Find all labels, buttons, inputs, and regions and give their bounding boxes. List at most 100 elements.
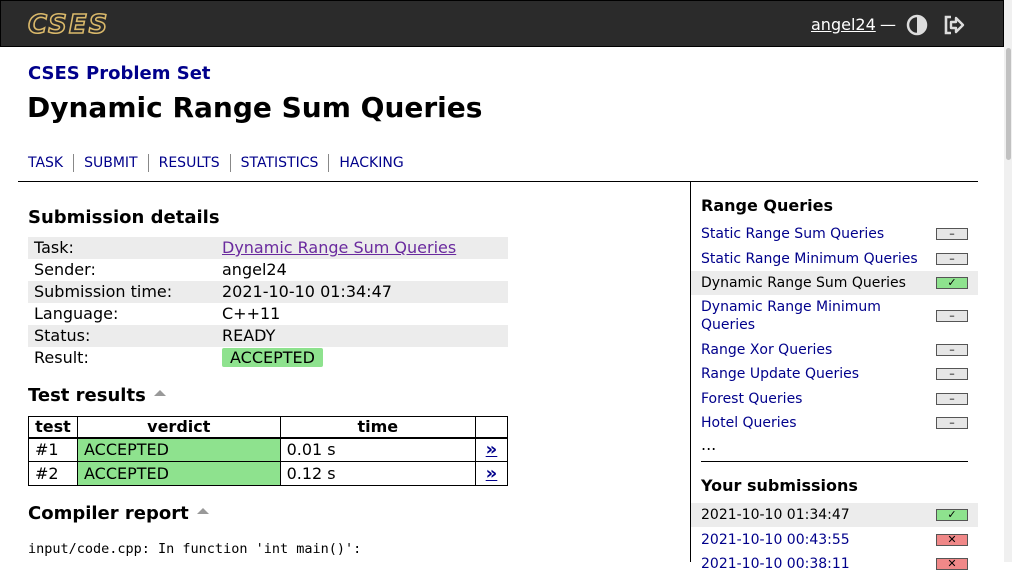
site-title-link[interactable]: CSES Problem Set: [28, 63, 211, 84]
status-indicator: –: [936, 228, 968, 240]
submission-item[interactable]: 2021-10-10 00:38:11 ✕: [691, 552, 978, 576]
problem-link[interactable]: Dynamic Range Minimum Queries: [701, 298, 926, 334]
status-indicator: –: [936, 417, 968, 429]
view-test-link[interactable]: »: [482, 463, 501, 484]
submission-item[interactable]: 2021-10-10 00:43:55 ✕: [691, 527, 978, 552]
tab-statistics[interactable]: STATISTICS: [229, 154, 329, 172]
problem-link[interactable]: Static Range Sum Queries: [701, 225, 926, 243]
status-indicator-accepted: ✓: [936, 277, 968, 289]
cses-logo[interactable]: CSES: [28, 11, 120, 37]
list-item[interactable]: Dynamic Range Minimum Queries –: [691, 295, 978, 337]
detail-label: Task:: [34, 238, 74, 257]
submission-link[interactable]: 2021-10-10 00:43:55: [701, 531, 926, 549]
sidebar-separator: [701, 461, 968, 462]
test-time: 0.01 s: [279, 437, 477, 462]
status-indicator: –: [936, 392, 968, 405]
column-header-time: time: [279, 416, 477, 439]
theme-toggle-icon[interactable]: [906, 14, 928, 36]
status-indicator: –: [936, 252, 968, 265]
detail-row-task: Task: Dynamic Range Sum Queries: [28, 237, 508, 259]
detail-value: 2021-10-10 01:34:47: [222, 282, 392, 301]
test-verdict: ACCEPTED: [76, 437, 281, 462]
status-indicator: –: [936, 368, 968, 380]
detail-value: C++11: [222, 304, 281, 323]
detail-value: READY: [222, 326, 276, 345]
list-item[interactable]: Static Range Sum Queries –: [691, 222, 978, 246]
status-indicator: –: [936, 343, 968, 356]
task-tabs: TASK SUBMIT RESULTS STATISTICS HACKING: [28, 154, 414, 172]
list-item[interactable]: Hotel Queries –: [691, 411, 978, 435]
compiler-report-heading-text: Compiler report: [28, 503, 189, 524]
test-number: #1: [28, 437, 78, 462]
compiler-output: input/code.cpp: In function 'int main()'…: [28, 540, 361, 558]
detail-row-language: Language: C++11: [28, 303, 508, 325]
submission-details-table: Task: Dynamic Range Sum Queries Sender: …: [28, 237, 508, 369]
compiler-line: input/code.cpp: In function 'int main()'…: [28, 541, 362, 557]
table-row: #1 ACCEPTED 0.01 s »: [28, 437, 508, 462]
problem-link[interactable]: Forest Queries: [701, 390, 926, 408]
compiler-report-heading[interactable]: Compiler report: [28, 503, 209, 524]
collapse-caret-icon[interactable]: [153, 390, 166, 396]
detail-label: Status:: [34, 326, 91, 345]
scrollbar-thumb[interactable]: [1006, 48, 1011, 160]
detail-row-sender: Sender: angel24: [28, 259, 508, 281]
problem-list: Static Range Sum Queries – Static Range …: [691, 222, 978, 435]
tab-submit[interactable]: SUBMIT: [73, 154, 148, 172]
test-number: #2: [28, 461, 78, 486]
problem-link[interactable]: Static Range Minimum Queries: [701, 250, 926, 268]
detail-label: Result:: [34, 348, 89, 367]
detail-label: Submission time:: [34, 282, 173, 301]
submission-time: 2021-10-10 01:34:47: [701, 507, 850, 523]
column-header-verdict: verdict: [76, 416, 281, 439]
column-header-link: [475, 416, 508, 439]
logo-text: CSES: [28, 11, 109, 37]
problem-link[interactable]: Range Xor Queries: [701, 341, 926, 359]
task-link[interactable]: Dynamic Range Sum Queries: [222, 238, 456, 257]
column-header-test: test: [28, 416, 78, 439]
detail-label: Language:: [34, 304, 119, 323]
status-indicator-failed: ✕: [936, 558, 968, 570]
top-bar: CSES angel24 —: [0, 0, 1004, 47]
sidebar-heading: Range Queries: [701, 196, 833, 215]
list-item[interactable]: Static Range Minimum Queries –: [691, 246, 978, 271]
detail-row-result: Result: ACCEPTED: [28, 347, 508, 369]
test-results-table: test verdict time #1 ACCEPTED 0.01 s » #…: [28, 416, 508, 486]
detail-value: angel24: [222, 260, 287, 279]
test-results-heading[interactable]: Test results: [28, 385, 166, 406]
status-indicator-failed: ✕: [936, 533, 968, 546]
more-problems-ellipsis: ...: [701, 435, 717, 454]
tab-hacking[interactable]: HACKING: [328, 154, 413, 172]
list-item[interactable]: Range Xor Queries –: [691, 337, 978, 362]
tab-results[interactable]: RESULTS: [147, 154, 230, 172]
list-item[interactable]: Forest Queries –: [691, 386, 978, 411]
problem-link[interactable]: Range Update Queries: [701, 365, 926, 383]
header-divider: [18, 181, 978, 182]
collapse-caret-icon[interactable]: [196, 508, 209, 514]
test-verdict: ACCEPTED: [76, 461, 281, 486]
submission-item-current: 2021-10-10 01:34:47 ✓: [691, 503, 978, 527]
table-header-row: test verdict time: [28, 416, 508, 439]
logout-icon[interactable]: [942, 13, 966, 37]
view-test-link[interactable]: »: [482, 439, 501, 460]
submission-link[interactable]: 2021-10-10 00:38:11: [701, 555, 926, 573]
page-title: Dynamic Range Sum Queries: [27, 91, 483, 124]
current-problem-label: Dynamic Range Sum Queries: [701, 275, 906, 291]
test-time: 0.12 s: [279, 461, 477, 486]
list-item-current[interactable]: Dynamic Range Sum Queries ✓: [691, 271, 978, 295]
status-indicator-accepted: ✓: [936, 509, 968, 521]
tab-task[interactable]: TASK: [28, 154, 73, 172]
table-row: #2 ACCEPTED 0.12 s »: [28, 461, 508, 486]
submission-list: 2021-10-10 01:34:47 ✓ 2021-10-10 00:43:5…: [691, 503, 978, 576]
submission-details-heading: Submission details: [28, 207, 220, 228]
your-submissions-heading: Your submissions: [701, 476, 858, 495]
detail-row-time: Submission time: 2021-10-10 01:34:47: [28, 281, 508, 303]
status-indicator: –: [936, 310, 968, 322]
username-link[interactable]: angel24: [811, 15, 876, 34]
result-badge: ACCEPTED: [222, 348, 323, 367]
test-results-heading-text: Test results: [28, 385, 146, 406]
problem-link[interactable]: Hotel Queries: [701, 414, 926, 432]
list-item[interactable]: Range Update Queries –: [691, 362, 978, 386]
header-separator: —: [880, 15, 896, 34]
detail-row-status: Status: READY: [28, 325, 508, 347]
detail-label: Sender:: [34, 260, 96, 279]
